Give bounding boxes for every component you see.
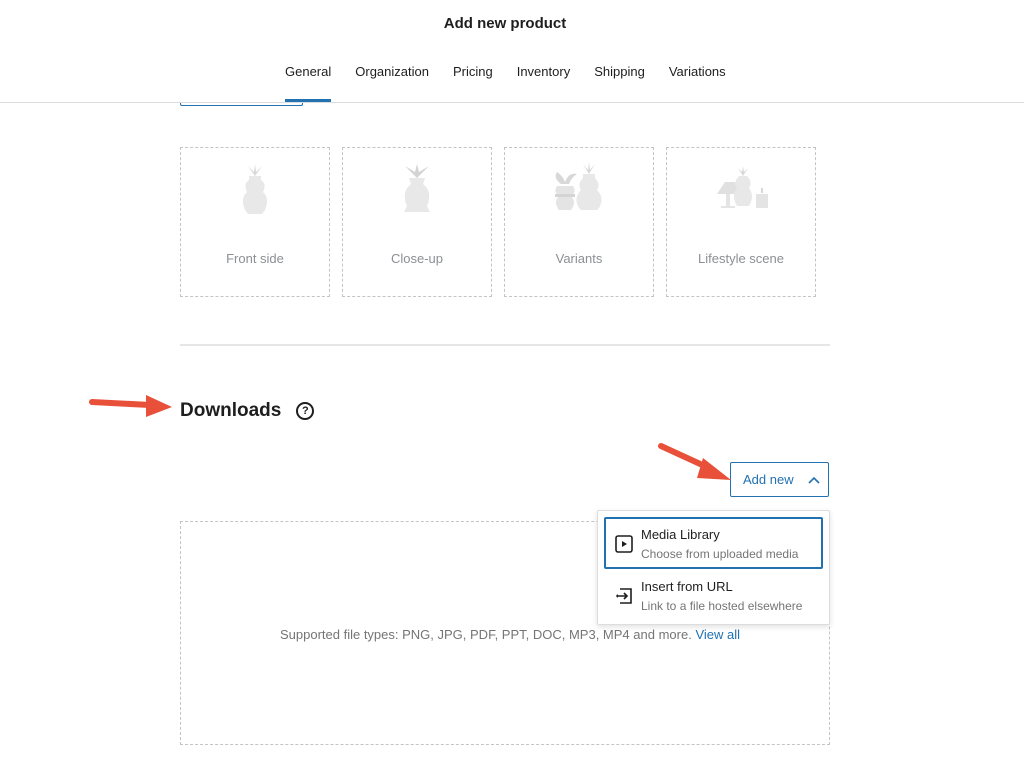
page-title: Add new product xyxy=(443,15,567,32)
slot-label: Lifestyle scene xyxy=(698,251,784,266)
two-vases-icon xyxy=(555,162,602,210)
link-icon xyxy=(614,586,634,606)
tab-organization[interactable]: Organization xyxy=(343,62,441,102)
help-icon[interactable]: ? xyxy=(296,402,315,420)
slot-label: Front side xyxy=(226,251,284,266)
add-new-button[interactable]: Add new xyxy=(730,462,829,497)
tab-pricing[interactable]: Pricing xyxy=(441,62,505,102)
image-slot-variants[interactable]: Variants xyxy=(504,147,654,297)
product-images: Front side Close-up Variants Lifestyle s… xyxy=(180,147,816,297)
header: Add new product General Organization Pri… xyxy=(0,0,1024,103)
vase-plant-icon xyxy=(242,164,268,214)
image-slot-close-up[interactable]: Close-up xyxy=(342,147,492,297)
menu-item-insert-from-url[interactable]: Insert from URL Link to a file hosted el… xyxy=(604,569,823,621)
dropzone-text: Supported file types: PNG, JPG, PDF, PPT… xyxy=(181,627,831,642)
chevron-up-icon xyxy=(808,473,820,487)
tab-shipping[interactable]: Shipping xyxy=(582,62,657,102)
section-divider xyxy=(180,344,830,346)
tabs: General Organization Pricing Inventory S… xyxy=(273,62,738,102)
annotation-arrow-downloads xyxy=(89,395,172,417)
vase-plant-closeup-icon xyxy=(404,164,430,212)
image-slot-lifestyle-scene[interactable]: Lifestyle scene xyxy=(666,147,816,297)
menu-item-media-library[interactable]: Media Library Choose from uploaded media xyxy=(604,517,823,569)
slot-label: Close-up xyxy=(390,251,444,266)
view-all-link[interactable]: View all xyxy=(695,627,740,642)
add-new-dropdown-menu: Media Library Choose from uploaded media… xyxy=(597,510,830,625)
tab-general[interactable]: General xyxy=(273,62,343,102)
page: Add new product General Organization Pri… xyxy=(0,0,1024,761)
menu-item-label: Media Library xyxy=(641,527,720,542)
add-new-label: Add new xyxy=(743,472,794,487)
menu-item-label: Insert from URL xyxy=(641,579,733,594)
tab-inventory[interactable]: Inventory xyxy=(505,62,582,102)
annotation-arrow-add-new xyxy=(658,443,731,480)
menu-item-description: Link to a file hosted elsewhere xyxy=(641,599,803,613)
slot-label: Variants xyxy=(555,251,603,266)
supported-file-types: Supported file types: PNG, JPG, PDF, PPT… xyxy=(279,627,692,642)
lamp-vase-candle-icon xyxy=(717,166,768,208)
downloads-title: Downloads xyxy=(180,400,282,421)
menu-item-description: Choose from uploaded media xyxy=(641,547,799,561)
tab-variations[interactable]: Variations xyxy=(657,62,738,102)
media-play-icon xyxy=(614,534,634,554)
downloads-section-title: Downloads ? xyxy=(180,400,315,422)
image-slot-front-side[interactable]: Front side xyxy=(180,147,330,297)
